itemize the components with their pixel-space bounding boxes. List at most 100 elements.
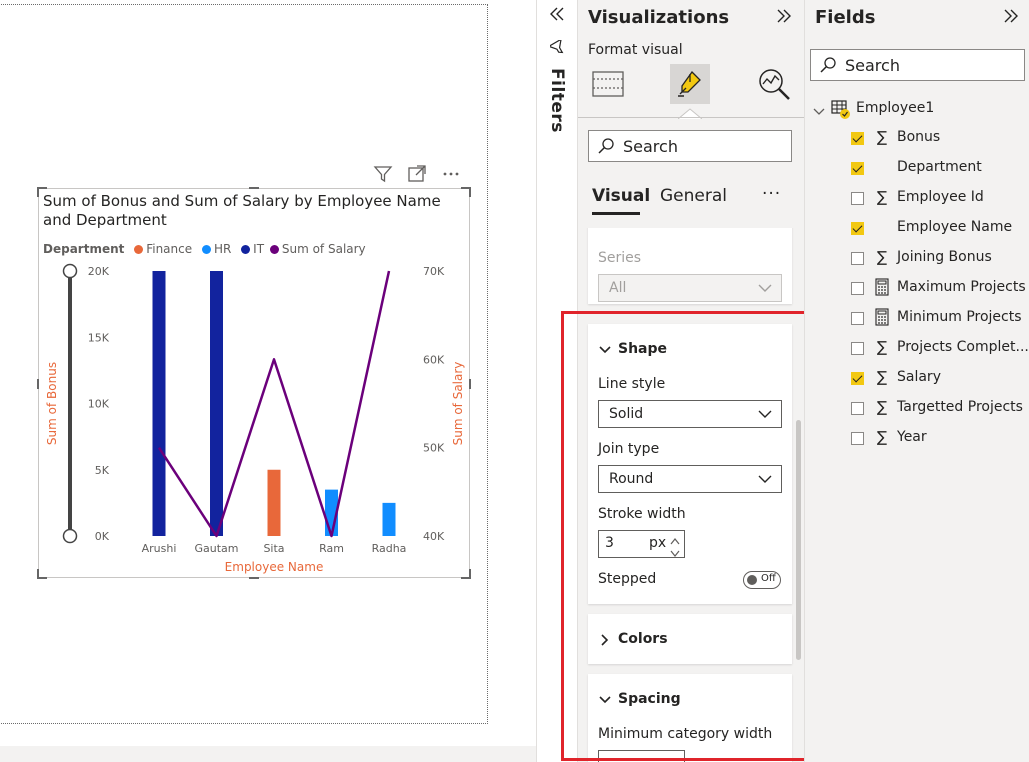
filters-label[interactable]: Filters: [547, 68, 567, 133]
legend-dot: [269, 245, 279, 254]
table-node-employee1[interactable]: Employee1: [813, 98, 1013, 120]
field-name: Joining Bonus: [897, 249, 992, 265]
field-item-maximum-projects[interactable]: Maximum Projects: [851, 278, 1029, 300]
field-checkbox[interactable]: [851, 282, 864, 295]
stroke-width-value[interactable]: 3: [605, 535, 614, 551]
legend-title: Department: [43, 242, 125, 256]
chevron-down-icon[interactable]: [598, 342, 612, 361]
chevron-down-icon: [758, 475, 772, 483]
spacing-title[interactable]: Spacing: [618, 691, 681, 707]
field-item-targetted-projects[interactable]: ∑ Targetted Projects: [851, 398, 1029, 420]
stepper-down-icon[interactable]: [669, 544, 681, 563]
x-tick-label: Radha: [372, 542, 407, 555]
format-options-scroll-area[interactable]: Series All Shape Line style Solid Join t…: [578, 228, 804, 762]
legend-dot: [241, 245, 251, 254]
toggle-state: Off: [761, 573, 776, 584]
resize-handle[interactable]: [461, 187, 471, 197]
format-search-input[interactable]: Search: [588, 130, 792, 162]
x-tick-label: Sita: [263, 542, 284, 555]
field-item-minimum-projects[interactable]: Minimum Projects: [851, 308, 1029, 330]
colors-card[interactable]: Colors: [588, 614, 792, 664]
shape-title[interactable]: Shape: [618, 341, 667, 357]
divider: [578, 117, 804, 118]
sigma-icon: ∑: [876, 368, 888, 386]
field-name: Employee Name: [897, 219, 1013, 235]
toggle-knob: [747, 575, 757, 585]
chevron-down-icon[interactable]: [598, 692, 612, 711]
legend-item-finance[interactable]: Finance: [134, 242, 192, 256]
stroke-width-stepper[interactable]: 3 px: [598, 530, 685, 558]
field-item-bonus[interactable]: ∑ Bonus: [851, 128, 1029, 150]
chevron-down-icon: [758, 284, 772, 292]
field-checkbox[interactable]: [851, 252, 864, 265]
field-name: Employee Id: [897, 189, 984, 205]
collapse-fields-icon[interactable]: [1001, 6, 1021, 30]
y-left-axis-title: Sum of Bonus: [45, 362, 59, 445]
chevron-right-icon[interactable]: [598, 632, 612, 651]
visual-header: [368, 164, 468, 186]
chevron-down-icon: [758, 410, 772, 418]
fields-search-input[interactable]: Search: [810, 49, 1025, 81]
join-type-dropdown[interactable]: Round: [598, 465, 782, 493]
collapse-visualizations-icon[interactable]: [774, 6, 794, 30]
bar-finance-sita[interactable]: [267, 469, 281, 536]
legend-item-it[interactable]: IT: [241, 242, 264, 256]
field-item-employee-id[interactable]: ∑ Employee Id: [851, 188, 1029, 210]
field-checkbox[interactable]: [851, 342, 864, 355]
field-checkbox[interactable]: [851, 192, 864, 205]
field-checkbox[interactable]: [851, 432, 864, 445]
scrollbar[interactable]: [796, 420, 801, 660]
build-visual-icon[interactable]: [590, 66, 626, 102]
zoom-slider-handle-bottom[interactable]: [62, 528, 78, 544]
field-checkbox[interactable]: [851, 132, 864, 145]
field-item-year[interactable]: ∑ Year: [851, 428, 1029, 450]
format-visual-icon[interactable]: [670, 64, 710, 104]
combo-chart-visual[interactable]: Sum of Bonus and Sum of Salary by Employ…: [37, 187, 471, 579]
field-item-salary[interactable]: ∑ Salary: [851, 368, 1029, 390]
field-checkbox[interactable]: [851, 372, 864, 385]
legend-item-hr[interactable]: HR: [201, 242, 231, 256]
filter-icon[interactable]: [372, 164, 394, 186]
y-right-axis-title: Sum of Salary: [451, 362, 465, 446]
field-checkbox[interactable]: [851, 222, 864, 235]
chevron-down-icon[interactable]: [813, 103, 825, 122]
min-category-width-stepper[interactable]: [598, 750, 685, 762]
y-right-tick-label: 40K: [423, 530, 445, 543]
field-item-department[interactable]: Department: [851, 158, 1029, 180]
bar-it-gautam[interactable]: [210, 271, 223, 536]
analytics-icon[interactable]: [756, 66, 792, 102]
field-item-employee-name[interactable]: Employee Name: [851, 218, 1029, 240]
zoom-slider-handle-top[interactable]: [62, 263, 78, 279]
filters-rail[interactable]: Filters: [536, 0, 578, 762]
table-name: Employee1: [856, 100, 935, 116]
calculator-icon: [873, 278, 891, 300]
field-name: Department: [897, 159, 982, 175]
stepped-toggle[interactable]: Off: [743, 571, 781, 589]
colors-title[interactable]: Colors: [618, 631, 668, 647]
x-tick-label: Gautam: [194, 542, 238, 555]
legend-item-sum-of-salary[interactable]: Sum of Salary: [269, 242, 366, 256]
line-style-dropdown[interactable]: Solid: [598, 400, 782, 428]
field-item-joining-bonus[interactable]: ∑ Joining Bonus: [851, 248, 1029, 270]
more-options-icon[interactable]: ···: [762, 184, 781, 204]
search-placeholder: Search: [623, 137, 678, 156]
collapse-filters-icon[interactable]: [547, 4, 567, 28]
field-checkbox[interactable]: [851, 402, 864, 415]
spacing-card: Spacing Minimum category width: [588, 674, 792, 762]
more-options-icon[interactable]: [440, 164, 462, 186]
focus-mode-icon[interactable]: [406, 164, 428, 186]
active-tab-pointer: [677, 104, 703, 120]
fields-title: Fields: [815, 7, 876, 28]
sigma-icon: ∑: [876, 398, 888, 416]
bar-it-arushi[interactable]: [152, 271, 166, 536]
line-style-label: Line style: [598, 376, 666, 392]
filter-funnel-icon: [547, 38, 566, 60]
series-dropdown[interactable]: All: [598, 274, 782, 302]
field-item-projects-complet[interactable]: ∑ Projects Complet...: [851, 338, 1029, 360]
stroke-width-label: Stroke width: [598, 506, 686, 522]
field-checkbox[interactable]: [851, 162, 864, 175]
field-checkbox[interactable]: [851, 312, 864, 325]
bar-hr-radha[interactable]: [382, 502, 396, 536]
tab-general[interactable]: General: [660, 186, 727, 206]
tab-visual[interactable]: Visual: [592, 186, 650, 206]
